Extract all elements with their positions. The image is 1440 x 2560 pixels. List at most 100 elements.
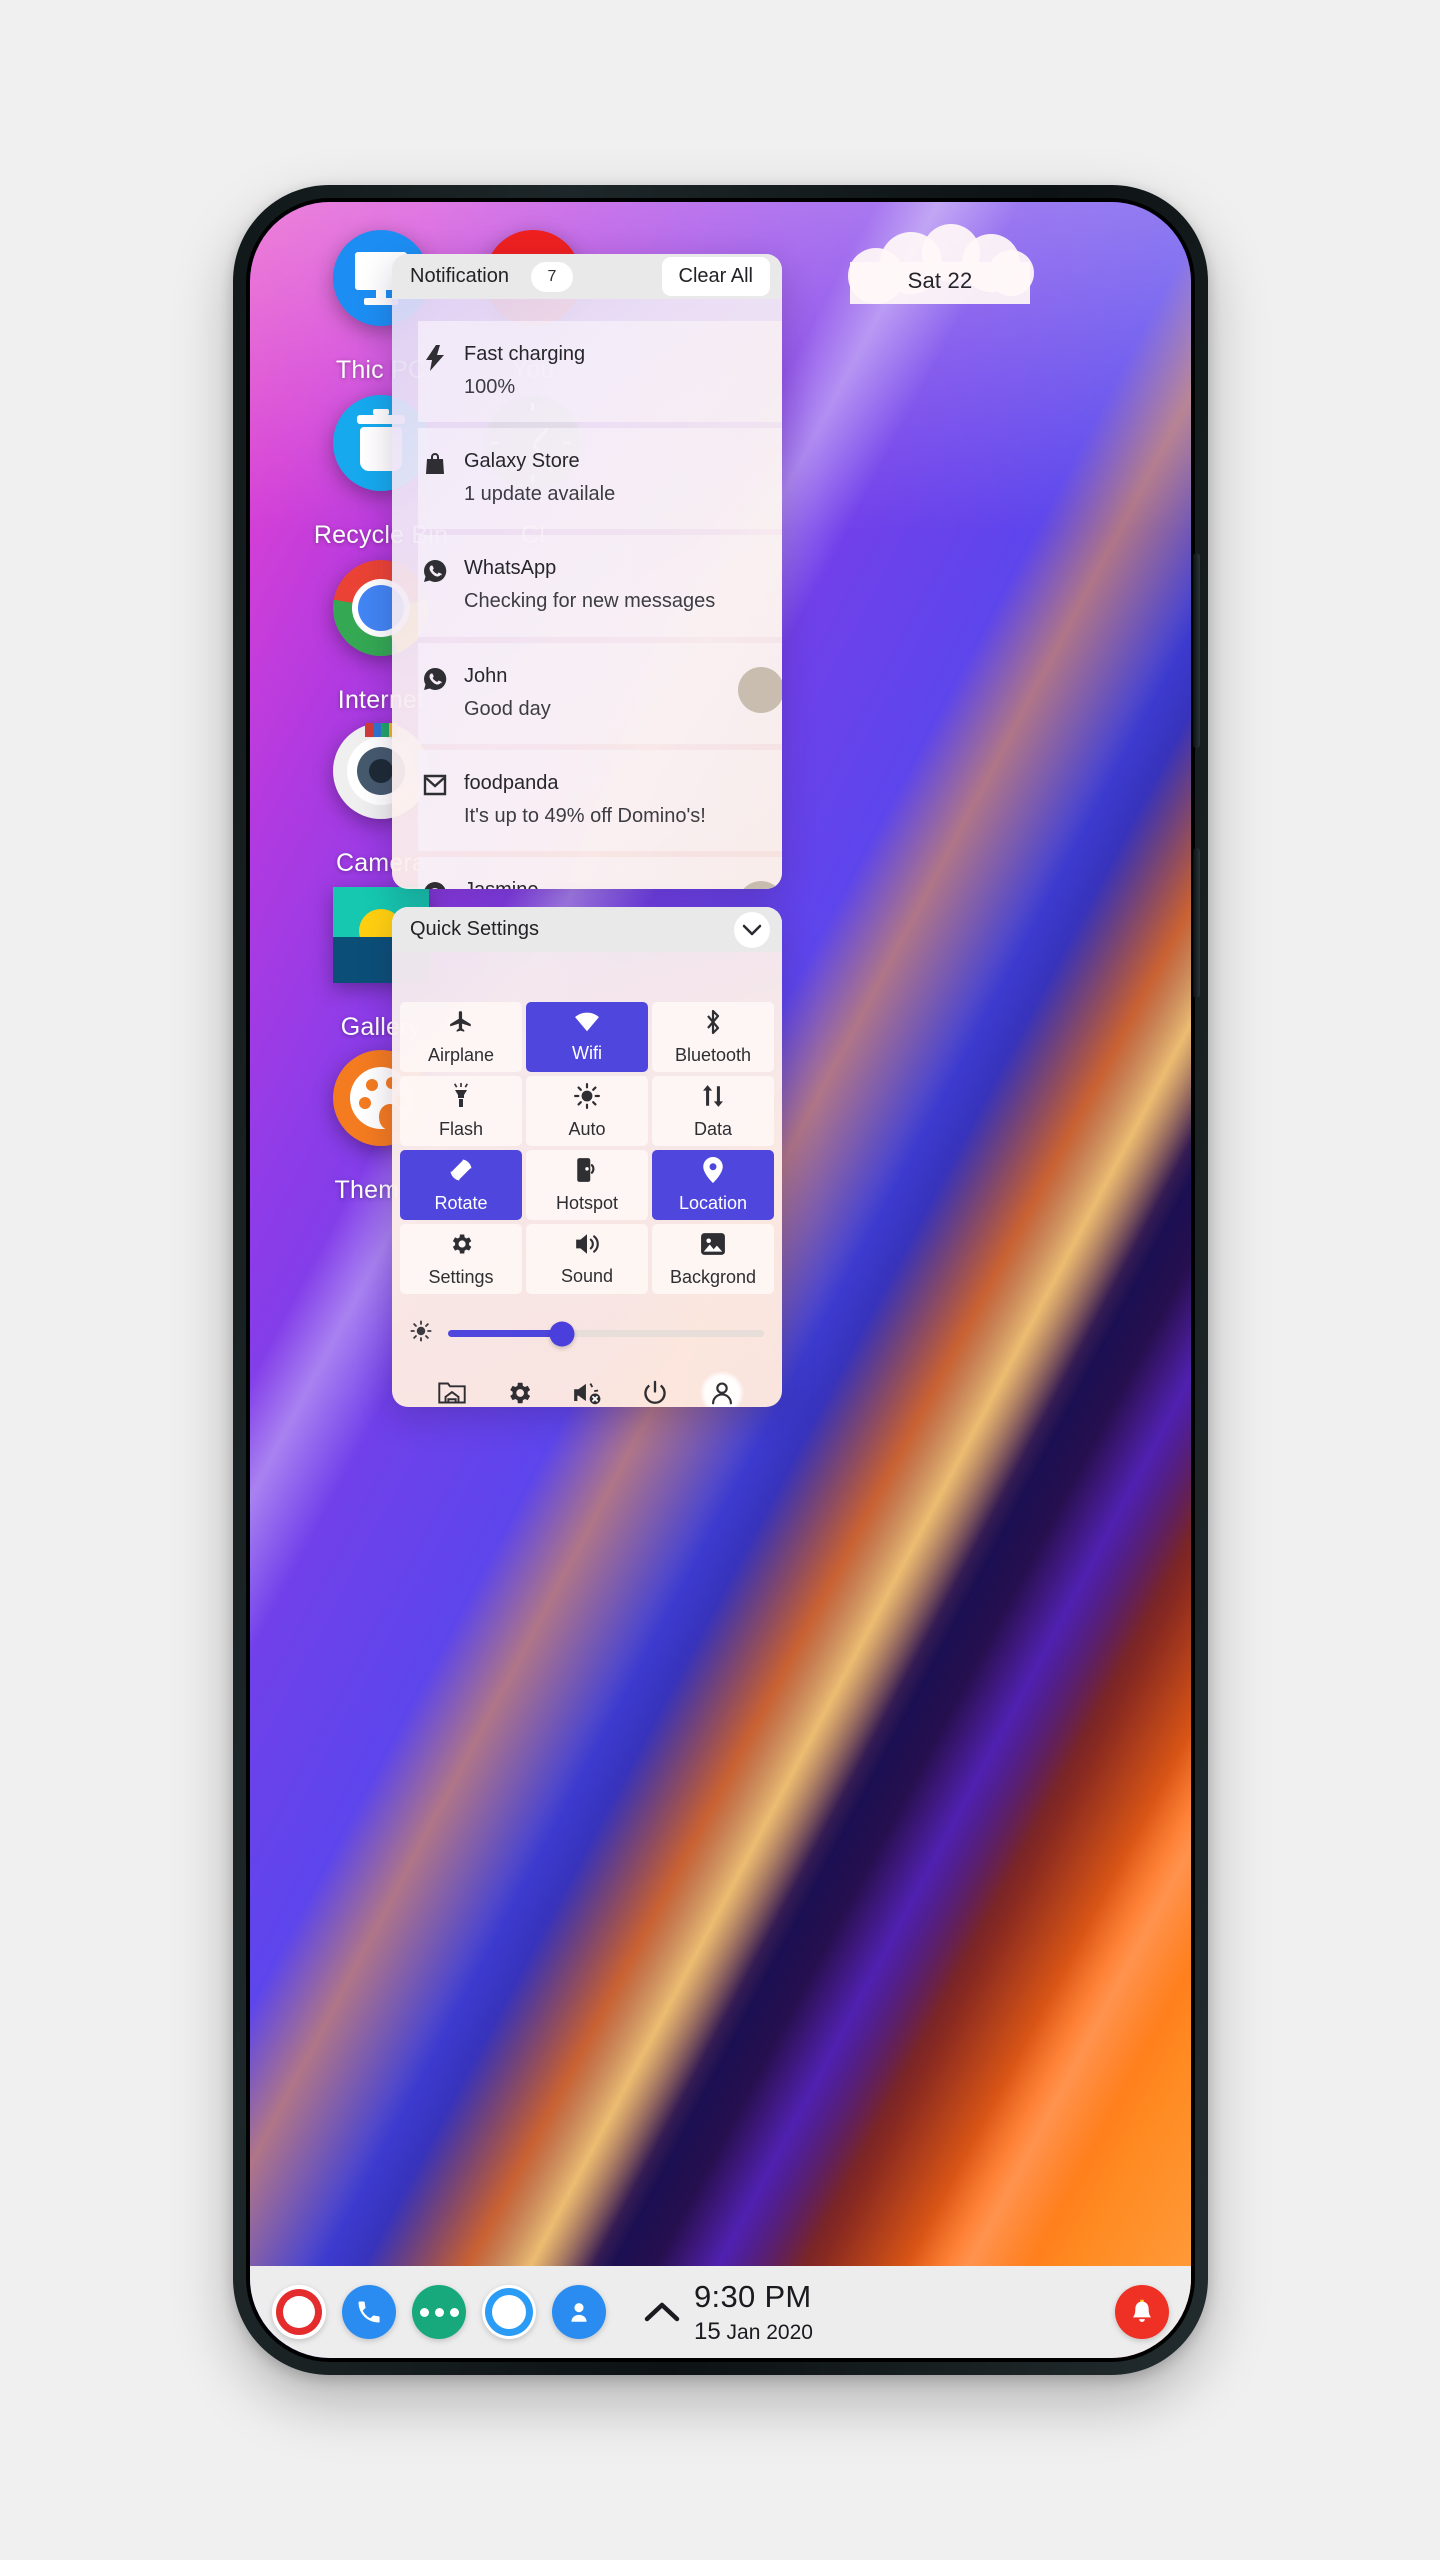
notification-body: 100% [464, 376, 516, 398]
tile-flash[interactable]: Flash [400, 1076, 522, 1146]
notification-title: Fast charging [464, 343, 586, 365]
notification-body: 1 update availale [464, 483, 616, 506]
taskbar-phone[interactable] [342, 2285, 396, 2339]
gmail-icon [418, 772, 452, 796]
taskbar-date-month: Jan [726, 2320, 761, 2344]
rotate-icon [448, 1157, 474, 1183]
notification-item[interactable]: WhatsApp Checking for new messages [418, 535, 782, 637]
speaker-icon [574, 1232, 600, 1256]
brightness-slider[interactable] [448, 1321, 764, 1346]
phone-icon [342, 2285, 396, 2339]
phone-screen: Thic PC You Recycle Bin [250, 202, 1191, 2358]
messages-dots-icon [412, 2285, 466, 2339]
tile-label: Sound [560, 1265, 614, 1286]
location-pin-icon [702, 1156, 724, 1183]
phone-frame: Thic PC You Recycle Bin [233, 185, 1208, 2375]
notification-panel-header: Notification 7 Clear All [392, 254, 782, 299]
gear-icon[interactable] [497, 1371, 541, 1407]
notification-body: Checking for new messages [464, 590, 716, 613]
tile-label: Hotspot [555, 1192, 619, 1213]
notification-body: It's up to 49% off Domino's! [464, 804, 706, 827]
brightness-fill [448, 1330, 562, 1337]
avatar [738, 880, 782, 889]
hotspot-icon [575, 1157, 599, 1183]
quick-settings-header: Quick Settings [392, 907, 782, 952]
tile-label: Bluetooth [674, 1044, 752, 1065]
tile-label: Wifi [572, 1042, 602, 1063]
tile-hotspot[interactable]: Hotspot [526, 1150, 648, 1220]
tile-data[interactable]: Data [652, 1076, 774, 1146]
power-button[interactable] [1193, 848, 1200, 998]
clear-all-button[interactable]: Clear All [661, 257, 770, 296]
taskbar-record-target[interactable] [272, 2285, 326, 2339]
whatsapp-icon [418, 557, 452, 583]
gear-icon [448, 1231, 474, 1257]
people-icon [552, 2285, 606, 2339]
user-icon[interactable] [700, 1371, 745, 1407]
notification-title: WhatsApp [464, 557, 557, 580]
taskbar-cortana[interactable] [482, 2285, 536, 2339]
notification-item[interactable]: John Good day [418, 642, 782, 744]
notification-item[interactable]: Galaxy Store 1 update availale [418, 428, 782, 530]
tile-label: Backgrond [669, 1266, 757, 1287]
airplane-icon [448, 1009, 474, 1035]
taskbar-notification-bell[interactable] [1115, 2285, 1169, 2339]
quick-settings-panel: Quick Settings Airplane Wifi Bluetooth F… [392, 907, 782, 1407]
tile-rotate[interactable]: Rotate [400, 1150, 522, 1220]
tile-label: Location [678, 1192, 748, 1213]
quick-settings-title: Quick Settings [410, 918, 539, 940]
record-target-icon [272, 2285, 326, 2339]
volume-button[interactable] [1193, 553, 1200, 748]
taskbar: 9:30 PM 15 Jan 2020 [250, 2266, 1191, 2358]
notification-title: Galaxy Store [464, 450, 580, 473]
taskbar-messages[interactable] [412, 2285, 466, 2339]
notification-title: John [464, 664, 508, 687]
folder-icon[interactable] [430, 1371, 474, 1407]
tile-location[interactable]: Location [652, 1150, 774, 1220]
tile-wifi[interactable]: Wifi [526, 1002, 648, 1072]
tile-background[interactable]: Backgrond [652, 1224, 774, 1294]
taskbar-date-year: 2020 [766, 2320, 813, 2344]
notification-count-badge: 7 [530, 261, 573, 292]
bag-icon [418, 450, 452, 476]
brightness-icon [410, 1320, 432, 1347]
taskbar-clock[interactable]: 9:30 PM 15 Jan 2020 [694, 2281, 813, 2344]
brightness-auto-icon [574, 1082, 600, 1109]
image-icon [700, 1231, 726, 1257]
tile-label: Rotate [434, 1192, 488, 1213]
mute-announcement-icon[interactable] [565, 1371, 609, 1407]
wifi-icon [574, 1011, 600, 1033]
bluetooth-icon [701, 1009, 725, 1035]
bolt-icon [418, 343, 452, 371]
chevron-down-icon[interactable] [734, 911, 770, 948]
tile-label: Airplane [427, 1044, 495, 1065]
brightness-knob[interactable] [549, 1321, 575, 1346]
notification-item[interactable]: Jasmine call me please [418, 856, 782, 889]
notification-title: foodpanda [464, 771, 559, 794]
whatsapp-icon [418, 665, 452, 691]
notification-item[interactable]: Fast charging 100% [418, 321, 782, 423]
tile-label: Data [693, 1118, 733, 1139]
taskbar-people[interactable] [552, 2285, 606, 2339]
notification-item[interactable]: foodpanda It's up to 49% off Domino's! [418, 749, 782, 851]
tile-auto[interactable]: Auto [526, 1076, 648, 1146]
tile-airplane[interactable]: Airplane [400, 1002, 522, 1072]
notification-panel: Notification 7 Clear All Fast charging 1… [392, 254, 782, 889]
flashlight-icon [450, 1082, 472, 1109]
phone-bezel: Thic PC You Recycle Bin [246, 198, 1200, 2362]
quick-settings-actions [392, 1347, 782, 1407]
taskbar-time: 9:30 PM [694, 2278, 812, 2314]
avatar [738, 666, 782, 713]
notification-title: Jasmine [464, 879, 730, 889]
tile-sound[interactable]: Sound [526, 1224, 648, 1294]
notification-list: Fast charging 100% Galaxy Store 1 update… [392, 299, 782, 889]
tile-settings[interactable]: Settings [400, 1224, 522, 1294]
tile-label: Settings [428, 1266, 494, 1287]
tile-bluetooth[interactable]: Bluetooth [652, 1002, 774, 1072]
power-icon[interactable] [633, 1371, 677, 1407]
notification-panel-title: Notification [410, 265, 509, 287]
date-widget[interactable]: Sat 22 [848, 218, 1034, 304]
date-widget-label: Sat 22 [907, 268, 973, 293]
chevron-up-icon[interactable] [642, 2299, 682, 2325]
data-transfer-icon [700, 1083, 726, 1109]
